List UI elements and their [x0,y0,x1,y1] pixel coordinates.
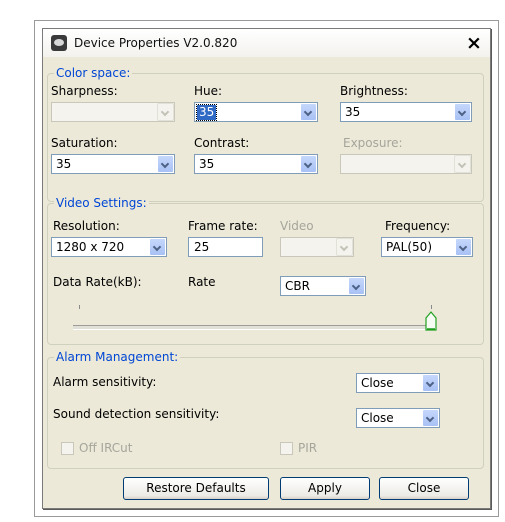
alarm-sensitivity-select[interactable]: Close [356,373,440,393]
webcam-app-icon [51,35,67,51]
off-ircut-label: Off IRCut [79,441,133,455]
chevron-down-icon[interactable] [348,277,365,295]
saturation-label: Saturation: [51,136,118,150]
hue-label: Hue: [194,84,223,98]
brightness-select[interactable]: 35 [340,102,472,122]
rate-label: Rate [188,275,216,289]
off-ircut-checkbox [61,442,74,455]
frame-rate-label: Frame rate: [188,219,258,233]
chevron-down-icon[interactable] [300,103,317,121]
chevron-down-icon [336,238,353,256]
resolution-label: Resolution: [53,219,120,233]
chevron-down-icon[interactable] [300,155,317,173]
resolution-select[interactable]: 1280 x 720 [51,237,167,257]
frequency-label: Frequency: [385,219,451,233]
data-rate-slider-track[interactable] [73,325,433,330]
sound-sensitivity-select[interactable]: Close [356,408,440,428]
chevron-down-icon[interactable] [422,409,439,427]
pir-label: PIR [298,441,318,455]
brightness-label: Brightness: [340,84,408,98]
video-select [280,237,354,257]
pir-checkbox [280,442,293,455]
rate-select[interactable]: CBR [280,276,366,296]
chevron-down-icon[interactable] [455,238,472,256]
data-rate-label: Data Rate(kB): [53,275,142,289]
hue-select[interactable]: 35 [194,102,318,122]
exposure-label: Exposure: [343,136,403,150]
video-settings-legend: Video Settings: [54,196,149,211]
alarm-sensitivity-label: Alarm sensitivity: [53,375,157,389]
frequency-select[interactable]: PAL(50) [381,237,473,257]
contrast-label: Contrast: [194,136,250,150]
restore-defaults-button[interactable]: Restore Defaults [123,477,269,500]
chevron-down-icon[interactable] [422,374,439,392]
sound-sensitivity-label: Sound detection sensitivity: [53,407,220,421]
close-button[interactable]: Close [379,477,469,500]
chevron-down-icon [454,155,471,173]
slider-tick-max [431,305,432,309]
chevron-down-icon [157,103,174,121]
slider-thumb[interactable] [425,311,437,331]
chevron-down-icon[interactable] [149,238,166,256]
alarm-management-legend: Alarm Management: [54,350,181,365]
chevron-down-icon[interactable] [157,155,174,173]
frame-rate-input[interactable]: 25 [188,237,263,257]
device-properties-dialog: Device Properties V2.0.820 × Color space… [42,28,491,509]
slider-tick-min [79,305,80,309]
contrast-select[interactable]: 35 [194,154,318,174]
video-label: Video [280,219,314,233]
sharpness-label: Sharpness: [51,84,118,98]
sharpness-select [51,102,175,122]
saturation-select[interactable]: 35 [51,154,175,174]
exposure-select [340,154,472,174]
color-space-legend: Color space: [54,66,133,81]
close-icon[interactable]: × [464,33,484,53]
window-title: Device Properties V2.0.820 [74,36,238,50]
chevron-down-icon[interactable] [454,103,471,121]
apply-button[interactable]: Apply [280,477,370,500]
title-bar[interactable]: Device Properties V2.0.820 × [43,29,490,57]
